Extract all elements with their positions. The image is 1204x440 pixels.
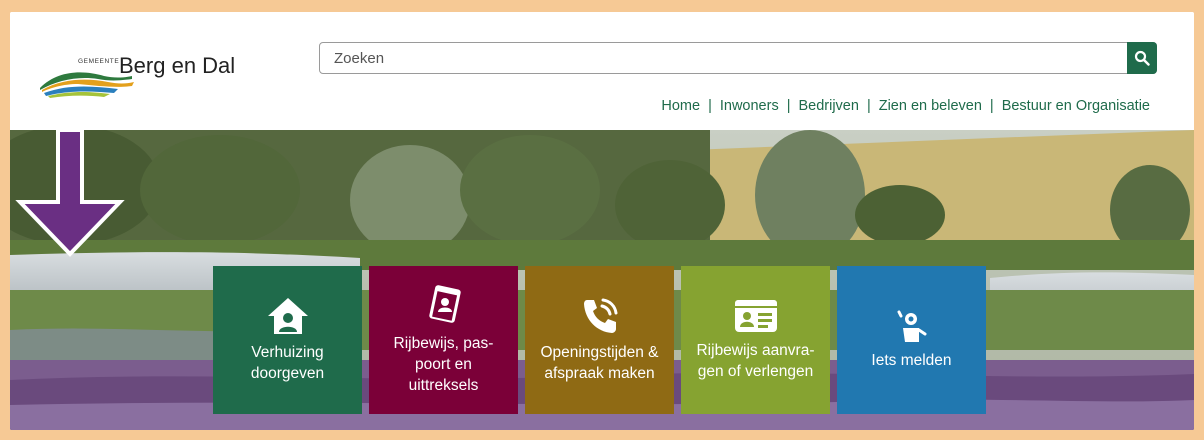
- page-frame: GEMEENTE Berg en Dal Home | Inwoners | B…: [10, 12, 1194, 430]
- tile-rijbewijs-aanvragen[interactable]: Rijbewijs aanvra- gen of verlengen: [681, 266, 830, 414]
- passport-icon: [428, 284, 461, 323]
- house-person-icon: [267, 298, 308, 334]
- search-icon: [1134, 50, 1150, 66]
- nav-bedrijven[interactable]: Bedrijven: [798, 98, 858, 114]
- tile-label-line: Verhuizing: [251, 344, 324, 361]
- tile-label-line: afspraak maken: [544, 365, 655, 382]
- logo-name: Berg en Dal: [119, 53, 236, 78]
- tile-label-line: gen of verlengen: [697, 363, 814, 380]
- search-input[interactable]: [320, 43, 1120, 73]
- nav-zien-en-beleven[interactable]: Zien en beleven: [879, 98, 982, 114]
- search-box: [319, 42, 1157, 74]
- pointer-arrow-icon: [15, 130, 125, 257]
- tile-label-line: uittreksels: [408, 376, 479, 394]
- tile-label-line: Iets melden: [871, 351, 952, 369]
- search-button[interactable]: [1127, 42, 1157, 74]
- tile-verhuizing-doorgeven[interactable]: Verhuizing doorgeven: [213, 266, 362, 414]
- logo-small-text: GEMEENTE: [78, 58, 120, 65]
- nav-separator: |: [989, 98, 994, 114]
- main-nav: Home | Inwoners | Bedrijven | Zien en be…: [661, 98, 1150, 114]
- tile-rijbewijs-paspoort[interactable]: Rijbewijs, pas- poort en uittreksels: [369, 266, 518, 414]
- tile-openingstijden-afspraak[interactable]: Openingstijden & afspraak maken: [525, 266, 674, 414]
- tile-label-line: Openingstijden &: [540, 344, 659, 361]
- tile-label-line: doorgeven: [250, 365, 325, 382]
- phone-icon: [583, 298, 617, 333]
- tile-label-line: Rijbewijs aanvra-: [696, 342, 815, 359]
- id-card-icon: [734, 300, 777, 332]
- nav-separator: |: [786, 98, 791, 114]
- tile-iets-melden[interactable]: Iets melden: [837, 266, 986, 414]
- tile-label-line: poort en: [415, 355, 472, 373]
- tile-label-line: Rijbewijs, pas-: [393, 334, 494, 352]
- site-header: GEMEENTE Berg en Dal Home | Inwoners | B…: [10, 12, 1194, 130]
- nav-separator: |: [708, 98, 712, 114]
- nav-home[interactable]: Home: [661, 98, 700, 114]
- nav-bestuur[interactable]: Bestuur en Organisatie: [1002, 98, 1150, 114]
- nav-inwoners[interactable]: Inwoners: [720, 98, 779, 114]
- report-person-icon: [897, 310, 926, 342]
- site-logo[interactable]: GEMEENTE Berg en Dal: [38, 48, 248, 98]
- nav-separator: |: [866, 98, 871, 114]
